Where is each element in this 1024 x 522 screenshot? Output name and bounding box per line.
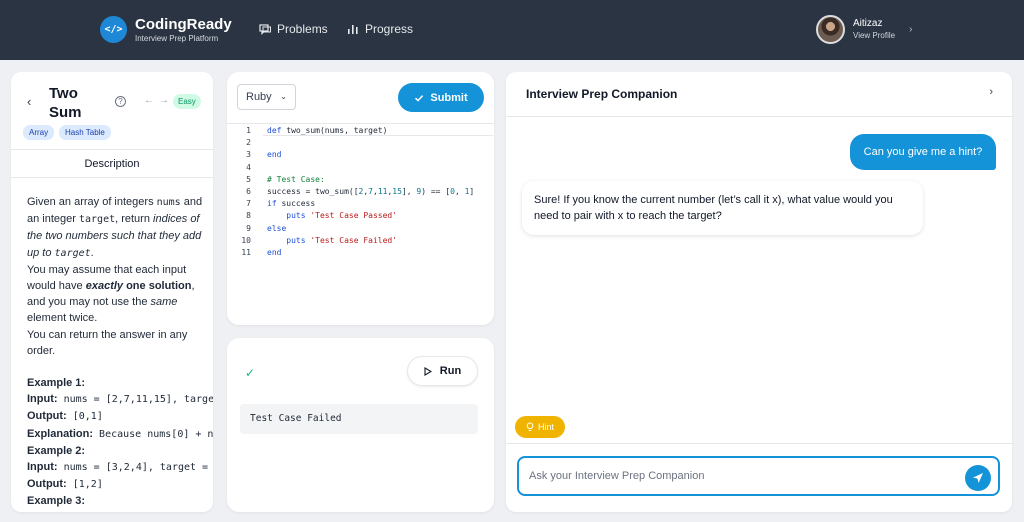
example-1-title: Example 1: <box>27 377 86 390</box>
active-line-highlight <box>263 123 493 136</box>
code-line[interactable]: 5 # Test Case: <box>227 174 494 186</box>
hint-label: Hint <box>537 422 554 432</box>
line-number: 2 <box>246 138 251 148</box>
line-number: 5 <box>246 174 251 184</box>
chat-bubble-icon <box>259 24 271 35</box>
run-label: Run <box>439 365 462 377</box>
check-icon <box>415 94 424 102</box>
chevron-right-icon[interactable]: › <box>909 24 912 35</box>
code-line[interactable]: 10 puts 'Test Case Failed' <box>227 235 494 247</box>
code-line[interactable]: 6 success = two_sum([2,7,11,15], 9) == [0… <box>227 186 494 198</box>
description-paragraph-3: You can return the answer in any order. <box>27 328 188 357</box>
line-number: 9 <box>246 223 251 233</box>
chat-input-area <box>506 443 1012 512</box>
example-1-input: Input: nums = [2,7,11,15], target = 9 <box>27 393 213 406</box>
example-2-output: Output: [1,2] <box>27 478 103 491</box>
view-profile-link[interactable]: View Profile <box>853 30 895 41</box>
arrow-right-icon[interactable]: → <box>159 95 169 106</box>
send-icon <box>973 473 983 483</box>
output-panel: ✓ Run Test Case Failed <box>227 338 494 512</box>
send-button[interactable] <box>965 465 991 491</box>
code-line[interactable]: 3 end <box>227 149 494 161</box>
code-text: if success <box>267 199 316 209</box>
line-number: 4 <box>246 162 251 172</box>
arrow-left-icon[interactable]: ← <box>144 95 154 106</box>
language-value: Ruby <box>246 91 272 103</box>
example-2-input: Input: nums = [3,2,4], target = 6 <box>27 461 213 474</box>
code-text: puts 'Test Case Failed' <box>286 235 398 245</box>
description-paragraph-2: You may assume that each input would hav… <box>27 263 195 325</box>
line-number: 10 <box>241 235 251 245</box>
hint-button[interactable]: Hint <box>515 416 565 438</box>
profile-name: Aitizaz <box>853 18 883 29</box>
description-paragraph-1: Given an array of integers nums and an i… <box>27 196 203 259</box>
chevron-right-icon[interactable]: › <box>989 86 993 98</box>
code-line[interactable]: 4 <box>227 162 494 174</box>
line-number: 3 <box>246 150 251 160</box>
play-icon <box>424 366 432 376</box>
chat-title: Interview Prep Companion <box>526 87 678 101</box>
nav-progress-label: Progress <box>365 22 414 36</box>
line-number: 11 <box>241 248 251 257</box>
code-line[interactable]: 8 puts 'Test Case Passed' <box>227 210 494 222</box>
code-text: puts 'Test Case Passed' <box>286 211 398 221</box>
example-1-output: Output: [0,1] <box>27 410 103 423</box>
code-editor[interactable]: 1 def two_sum(nums, target) 2 3 end 4 5 # Test … <box>227 123 494 323</box>
avatar[interactable] <box>816 15 845 44</box>
bar-chart-icon <box>348 25 358 34</box>
example-1-explanation: Explanation: Because nums[0] + nums[1] =… <box>27 427 213 440</box>
problem-title: Two Sum <box>49 85 82 121</box>
run-button[interactable]: Run <box>407 356 478 386</box>
code-text: end <box>267 248 282 257</box>
brand-name: CodingReady <box>135 16 232 33</box>
example-2-title: Example 2: <box>27 444 86 457</box>
line-number: 8 <box>246 211 251 221</box>
chevron-left-icon[interactable]: ‹ <box>27 94 31 109</box>
brand-tagline: Interview Prep Platform <box>135 34 219 43</box>
assistant-message: Sure! If you know the current number (le… <box>522 181 923 235</box>
nav-problems-label: Problems <box>277 22 328 36</box>
help-icon[interactable]: ? <box>115 96 126 107</box>
logo-code-icon[interactable]: </> <box>100 16 127 43</box>
language-select[interactable]: Ruby ⌄ <box>237 84 296 110</box>
line-number: 1 <box>246 126 251 135</box>
code-text: success = two_sum([2,7,11,15], 9) == [0,… <box>267 187 475 196</box>
code-text: else <box>267 223 287 233</box>
code-line[interactable]: 2 <box>227 137 494 149</box>
problem-header: ‹ Two Sum ? ← → Easy Array Hash Table <box>11 72 213 150</box>
code-text: end <box>267 150 282 160</box>
brand[interactable]: CodingReady Interview Prep Platform <box>135 17 232 44</box>
problem-panel: ‹ Two Sum ? ← → Easy Array Hash Table De… <box>11 72 213 512</box>
test-result-output: Test Case Failed <box>240 404 478 434</box>
check-icon: ✓ <box>245 366 256 380</box>
nav-progress[interactable]: Progress <box>347 22 413 36</box>
chat-input[interactable] <box>517 456 1000 496</box>
code-line[interactable]: 7 if success <box>227 198 494 210</box>
submit-button[interactable]: Submit <box>398 83 484 112</box>
tab-description[interactable]: Description <box>11 151 213 178</box>
example-3-title: Example 3: <box>27 495 86 508</box>
difficulty-badge: Easy <box>173 94 201 109</box>
problem-description: Given an array of integers nums and an i… <box>27 194 213 510</box>
chat-header: Interview Prep Companion › <box>506 72 1012 117</box>
tag-array[interactable]: Array <box>23 125 55 140</box>
profile-menu[interactable]: Aitizaz View Profile › <box>816 15 912 44</box>
chevron-down-icon: ⌄ <box>280 92 287 101</box>
code-line[interactable]: 9 else <box>227 223 494 235</box>
line-number: 7 <box>246 199 251 209</box>
top-nav-bar: </> CodingReady Interview Prep Platform … <box>0 0 1024 60</box>
chat-panel: Interview Prep Companion › Can you give … <box>506 72 1012 512</box>
tag-hash-table[interactable]: Hash Table <box>59 125 111 140</box>
user-message: Can you give me a hint? <box>850 134 996 170</box>
lightbulb-icon <box>526 422 534 431</box>
submit-label: Submit <box>430 91 468 104</box>
code-line[interactable]: 11 end <box>227 247 494 259</box>
nav-problems[interactable]: Problems <box>259 22 328 36</box>
code-editor-panel: Ruby ⌄ Submit 1 def two_sum(nums, target)… <box>227 72 494 325</box>
code-text: # Test Case: <box>267 174 325 184</box>
line-number: 6 <box>246 187 251 196</box>
